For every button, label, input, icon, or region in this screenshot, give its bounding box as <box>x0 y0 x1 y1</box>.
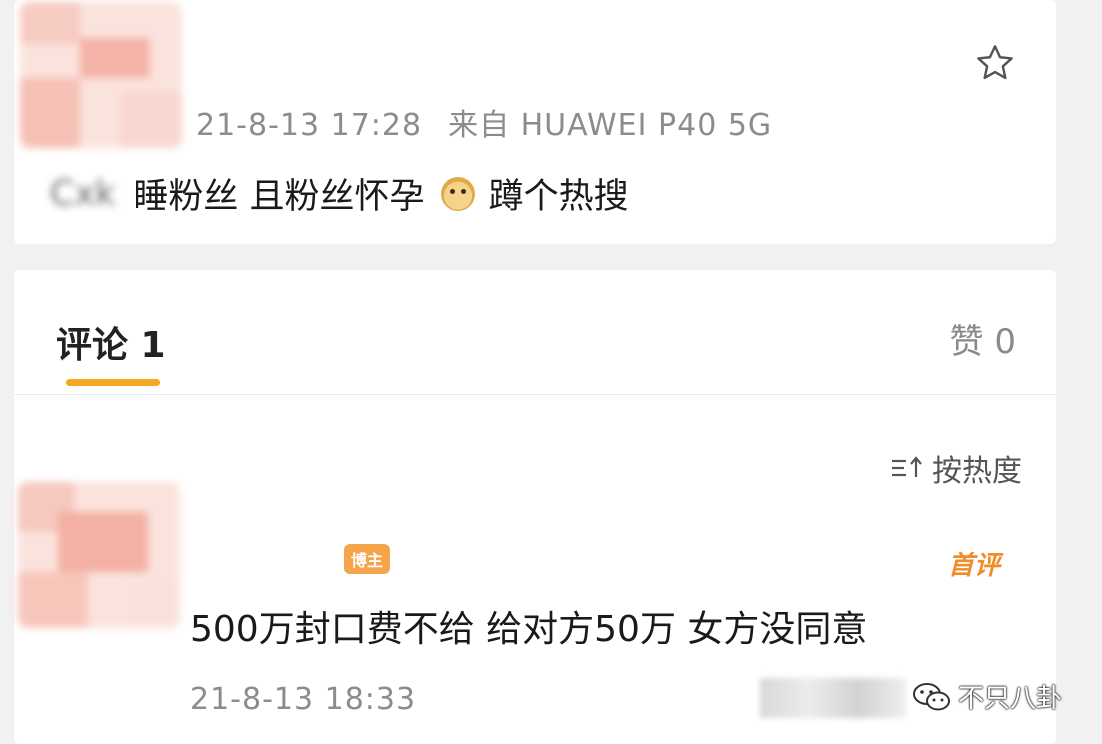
doge-emoji-icon <box>440 176 475 211</box>
post-timestamp: 21-8-13 17:28 <box>196 108 423 143</box>
post-meta: 21-8-13 17:28 来自 HUAWEI P40 5G <box>196 100 772 144</box>
avatar[interactable] <box>18 482 180 628</box>
sort-icon <box>890 455 926 481</box>
divider <box>14 394 1056 395</box>
first-comment-badge: 首评 <box>948 551 1001 581</box>
tab-active-indicator <box>66 379 160 386</box>
comments-card: 评论 1 赞 0 按热度 博主 首评 500万封口费不给 给对方50万 女方没同… <box>14 270 1062 744</box>
comment-timestamp: 21-8-13 18:33 <box>190 682 417 717</box>
likes-count[interactable]: 赞 0 <box>950 314 1016 363</box>
wechat-icon <box>912 681 952 713</box>
post-text: Cxk 睡粉丝 且粉丝怀孕 蹲个热搜 <box>50 168 629 219</box>
watermark-text: 不只八卦 <box>958 684 1063 714</box>
tab-comments[interactable]: 评论 1 <box>56 316 166 368</box>
favorite-star-icon[interactable] <box>972 40 1018 86</box>
sort-label: 按热度 <box>932 454 1022 489</box>
watermark: 不只八卦 <box>912 678 1062 715</box>
blurred-author-name: Cxk <box>50 173 116 214</box>
post-text-part2: 蹲个热搜 <box>488 177 629 217</box>
post-card: 21-8-13 17:28 来自 HUAWEI P40 5G Cxk 睡粉丝 且粉… <box>14 0 1056 244</box>
post-source: 来自 HUAWEI P40 5G <box>448 108 773 143</box>
post-text-part1: 睡粉丝 且粉丝怀孕 <box>133 177 425 217</box>
sort-by-hot-button[interactable]: 按热度 <box>890 446 1022 490</box>
avatar[interactable] <box>20 2 182 148</box>
comment-text: 500万封口费不给 给对方50万 女方没同意 <box>190 609 868 650</box>
blurred-region <box>760 678 906 718</box>
owner-badge: 博主 <box>344 544 390 574</box>
